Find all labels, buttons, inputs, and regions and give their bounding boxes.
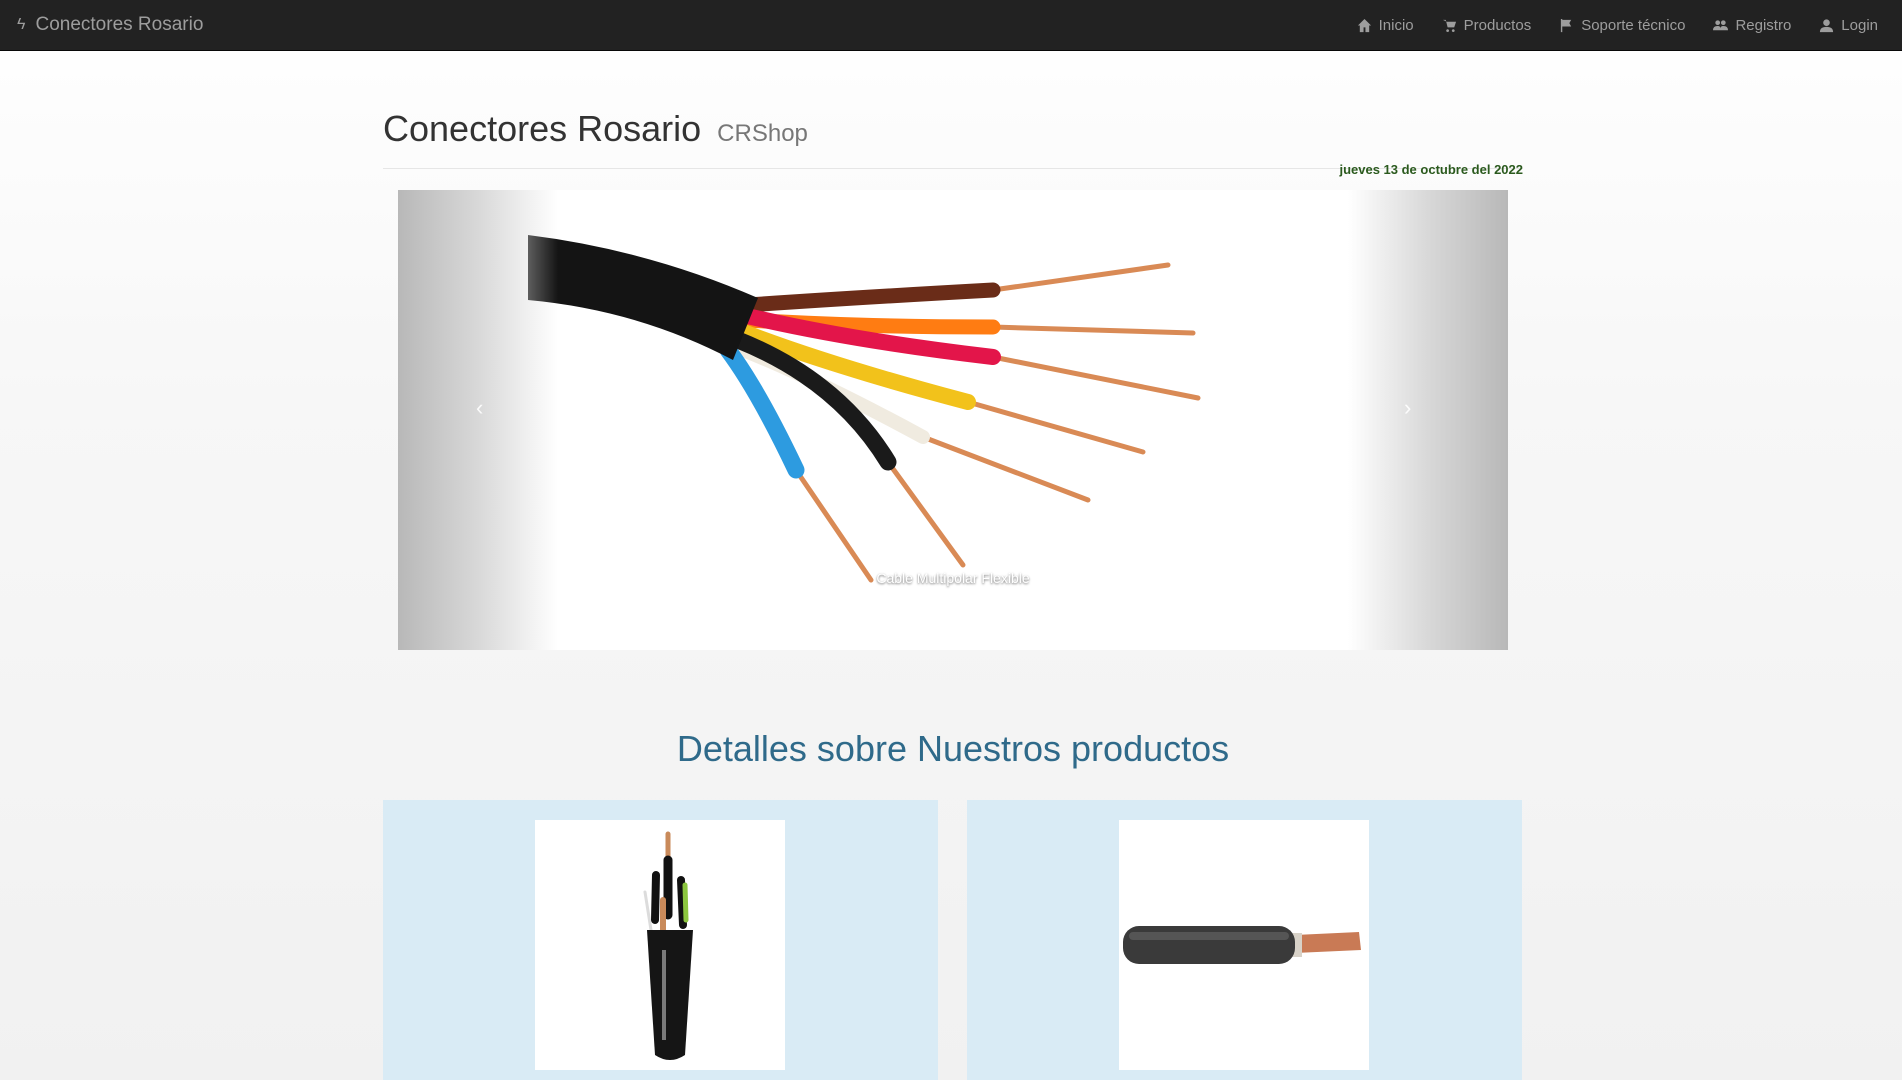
users-icon bbox=[1713, 19, 1729, 30]
nav-item-label: Login bbox=[1841, 16, 1878, 34]
nav-item-label: Soporte técnico bbox=[1581, 16, 1686, 34]
top-navbar: ϟ Conectores Rosario Inicio Productos So… bbox=[0, 0, 1902, 51]
image-carousel: ‹ › Cable Multipolar Flexible bbox=[398, 190, 1508, 650]
carousel-caption: Cable Multipolar Flexible bbox=[876, 570, 1030, 586]
product-image[interactable] bbox=[535, 820, 785, 1070]
chevron-left-icon[interactable]: ‹ bbox=[476, 395, 483, 421]
products-section-title: Detalles sobre Nuestros productos bbox=[676, 728, 1230, 769]
page-title-text: Conectores Rosario bbox=[383, 108, 702, 149]
nav-item-inicio[interactable]: Inicio bbox=[1343, 0, 1428, 50]
nav-menu: Inicio Productos Soporte técnico Registr… bbox=[1343, 0, 1892, 50]
armored-cable-image bbox=[643, 831, 693, 1060]
bolt-icon: ϟ bbox=[17, 16, 26, 33]
product-card[interactable] bbox=[967, 800, 1522, 1080]
brand-link[interactable]: ϟ Conectores Rosario bbox=[17, 0, 203, 50]
nav-item-soporte[interactable]: Soporte técnico bbox=[1545, 0, 1699, 50]
page-title: Conectores Rosario CRShop bbox=[383, 108, 808, 150]
user-icon bbox=[1820, 18, 1834, 32]
page-subtitle: CRShop bbox=[717, 120, 808, 147]
nav-item-label: Registro bbox=[1735, 16, 1792, 34]
brand-label: Conectores Rosario bbox=[35, 14, 204, 35]
flag-icon bbox=[1561, 18, 1572, 32]
nav-item-label: Productos bbox=[1463, 16, 1532, 34]
nav-item-login[interactable]: Login bbox=[1805, 0, 1892, 50]
single-core-cable-image bbox=[1123, 926, 1361, 964]
nav-item-label: Inicio bbox=[1378, 16, 1414, 34]
nav-item-productos[interactable]: Productos bbox=[1428, 0, 1546, 50]
chevron-right-icon[interactable]: › bbox=[1404, 395, 1411, 421]
product-card[interactable] bbox=[383, 800, 938, 1080]
product-image[interactable] bbox=[1119, 820, 1369, 1070]
current-date: jueves 13 de octubre del 2022 bbox=[1339, 162, 1523, 177]
home-icon bbox=[1357, 18, 1371, 32]
nav-item-registro[interactable]: Registro bbox=[1699, 0, 1805, 50]
cart-icon bbox=[1442, 19, 1456, 32]
